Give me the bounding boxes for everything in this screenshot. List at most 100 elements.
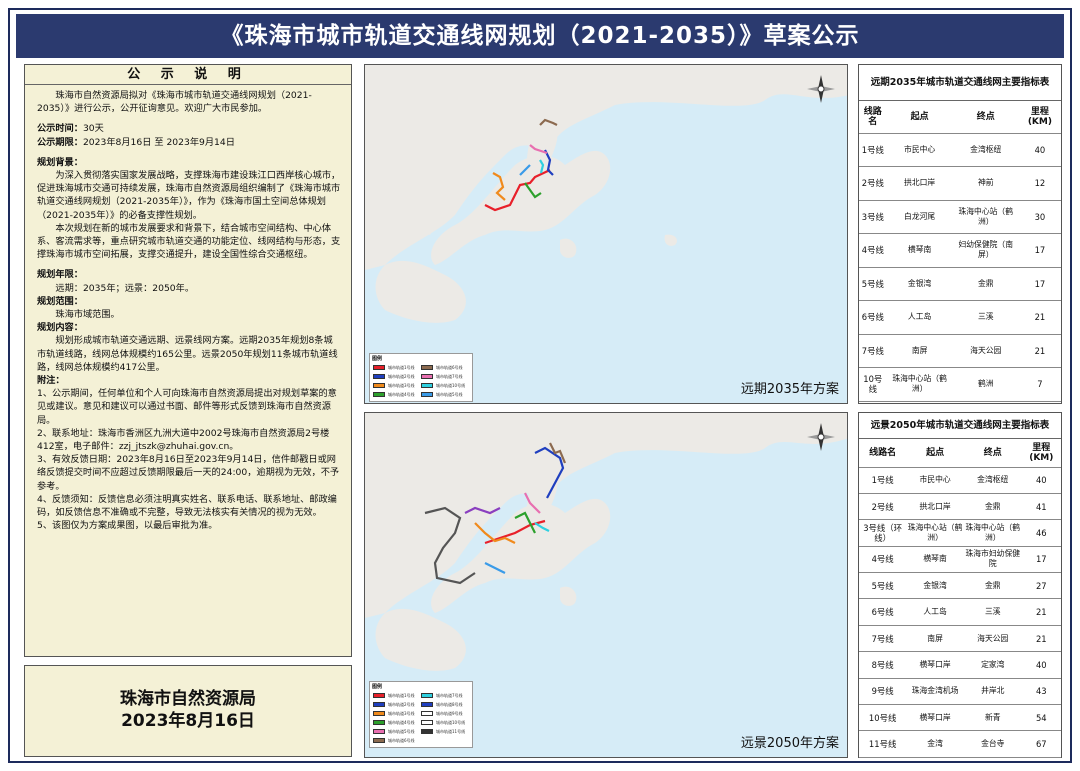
legend-label: 城市轨道6号线 xyxy=(388,737,415,743)
notice-period: 公示时间：30天 xyxy=(37,123,104,135)
table-cell: 2号线 xyxy=(859,166,887,201)
legend-item: 城市轨道4号线 xyxy=(373,390,421,399)
map-2035-caption: 远期2035年方案 xyxy=(740,382,839,397)
legend-swatch xyxy=(421,383,433,388)
table-cell: 横琴口岸 xyxy=(906,704,964,732)
page-title: 《珠海市城市轨道交通线网规划（2021-2035）》草案公示 xyxy=(16,14,1064,58)
legend-label: 城市轨道5号线 xyxy=(436,391,463,397)
table-cell: 17 xyxy=(1021,546,1061,574)
table-cell: 30 xyxy=(1018,200,1061,234)
table-row: 2号线 拱北口岸 神前 12 xyxy=(859,166,1061,201)
table-cell: 定家湾 xyxy=(963,651,1022,679)
notice-note-4: 4、反馈须知：反馈信息必须注明真实姓名、联系电话、联系地址、邮政编码，如反馈信息… xyxy=(37,493,337,519)
table-cell: 46 xyxy=(1021,519,1061,547)
legend-label: 城市轨道4号线 xyxy=(388,391,415,397)
table-cell: 新青 xyxy=(963,704,1022,732)
table-cell: 40 xyxy=(1018,133,1061,167)
table-cell: 横琴南 xyxy=(886,233,953,268)
notice-notes-label: 附注： xyxy=(37,375,65,387)
legend-label: 城市轨道2号线 xyxy=(388,373,415,379)
legend-label: 城市轨道3号线 xyxy=(388,382,415,388)
table-cell: 南屏 xyxy=(906,625,964,653)
table-row: 10号线 横琴口岸 新青 54 xyxy=(859,704,1061,732)
legend-swatch xyxy=(373,711,385,716)
notice-note-5: 5、该图仅为方案成果图，以最后审批为准。 xyxy=(37,520,218,532)
notice-note-2: 2、联系地址：珠海市香洲区九洲大道中2002号珠海市自然资源局2号楼412室，电… xyxy=(37,427,330,453)
table-cell: 7 xyxy=(1018,367,1061,402)
legend-item: 城市轨道1号线 xyxy=(373,363,421,372)
table-cell: 珠海市妇幼保健院 xyxy=(963,546,1022,574)
legend-item: 城市轨道7号线 xyxy=(421,691,469,700)
legend-item: 城市轨道2号线 xyxy=(373,700,421,709)
table-cell: 市民中心 xyxy=(886,133,953,167)
table-cell: 井岸北 xyxy=(963,678,1022,706)
table-cell: 金台寺 xyxy=(963,730,1022,758)
table-cell: 三溪 xyxy=(952,300,1019,335)
legend-item: 城市轨道5号线 xyxy=(373,727,421,736)
notice-content: 规划形成城市轨道交通远期、远景线网方案。远期2035年规划8条城市轨道线路，线网… xyxy=(37,335,338,373)
table-cell: 金湾 xyxy=(906,730,964,758)
legend-item: 城市轨道2号线 xyxy=(373,372,421,381)
legend-label: 城市轨道1号线 xyxy=(388,364,415,370)
notice-years: 远期：2035年；远景：2050年。 xyxy=(55,282,195,294)
legend-title: 图例 xyxy=(372,356,383,362)
table-cell: 5号线 xyxy=(859,267,887,301)
table-cell: 拱北口岸 xyxy=(906,493,964,521)
table-row: 5号线 金银湾 金鼎 27 xyxy=(859,572,1061,600)
table-cell: 4号线 xyxy=(859,233,887,268)
legend-item: 城市轨道10号线 xyxy=(421,381,469,390)
table-row: 7号线 南屏 海天公园 21 xyxy=(859,334,1061,368)
table-cell: 11号线 xyxy=(859,730,907,758)
map-2050[interactable]: 图例 城市轨道1号线 城市轨道7号线 城市轨道2号线 城市轨道8号线 城市轨道3号线 城市… xyxy=(364,412,848,758)
table-header-row: 线路名 起点 终点 里程(KM) xyxy=(859,101,1061,134)
notice-intro: 珠海市自然资源局拟对《珠海市城市轨道交通线网规划（2021-2035）》进行公示… xyxy=(37,90,312,115)
map-2035[interactable]: 图例 城市轨道1号线 城市轨道6号线 城市轨道2号线 城市轨道7号线 城市轨道3号线 城市… xyxy=(364,64,848,404)
table-2035: 远期2035年城市轨道交通线网主要指标表 线路名 起点 终点 里程(KM) 1号… xyxy=(858,64,1062,404)
legend-2050: 图例 城市轨道1号线 城市轨道7号线 城市轨道2号线 城市轨道8号线 城市轨道3号线 城市… xyxy=(369,681,473,748)
table-2050-title: 远景2050年城市轨道交通线网主要指标表 xyxy=(859,413,1061,439)
table-cell: 6号线 xyxy=(859,300,887,335)
legend-label: 城市轨道6号线 xyxy=(436,364,463,370)
table-cell: 珠海中心站（鹤洲） xyxy=(952,200,1019,234)
notice-background-1: 为深入贯彻落实国家发展战略，支撑珠海市建设珠江口西岸核心城市，促进珠海城市交通可… xyxy=(37,170,341,221)
table-row: 4号线 横琴南 妇幼保健院（南屏） 17 xyxy=(859,233,1061,268)
table-cell: 横琴口岸 xyxy=(906,651,964,679)
table-cell: 珠海中心站（鹤洲） xyxy=(963,519,1022,547)
table-cell: 1号线 xyxy=(859,467,907,494)
table-cell: 5号线 xyxy=(859,572,907,600)
table-cell: 10号线 xyxy=(859,704,907,732)
table-cell: 珠海金湾机场 xyxy=(906,678,964,706)
table-row: 5号线 金银湾 金鼎 17 xyxy=(859,267,1061,301)
legend-item: 城市轨道5号线 xyxy=(421,390,469,399)
table-2050-grid: 线路名 起点 终点 里程(KM) 1号线 市民中心 金湾枢纽 40 2号线 拱北口岸 金鼎 4… xyxy=(859,439,1061,758)
col-header: 起点 xyxy=(906,439,964,468)
legend-swatch xyxy=(373,693,385,698)
north-arrow-icon xyxy=(805,73,837,105)
legend-swatch xyxy=(373,720,385,725)
legend-swatch xyxy=(373,365,385,370)
table-cell: 21 xyxy=(1021,625,1061,653)
table-cell: 40 xyxy=(1021,467,1061,494)
table-cell: 横琴南 xyxy=(906,546,964,574)
table-cell: 4号线 xyxy=(859,546,907,574)
legend-item: 城市轨道6号线 xyxy=(373,736,421,745)
legend-swatch xyxy=(373,702,385,707)
legend-label: 城市轨道7号线 xyxy=(436,373,463,379)
table-cell: 21 xyxy=(1021,598,1061,626)
table-cell: 54 xyxy=(1021,704,1061,732)
legend-label: 城市轨道3号线 xyxy=(388,710,415,716)
legend-rows: 城市轨道1号线 城市轨道7号线 城市轨道2号线 城市轨道8号线 城市轨道3号线 城市轨道9… xyxy=(370,691,472,747)
legend-swatch xyxy=(373,383,385,388)
legend-item: 城市轨道1号线 xyxy=(373,691,421,700)
table-cell: 金湾枢纽 xyxy=(952,133,1019,167)
legend-label: 城市轨道5号线 xyxy=(388,728,415,734)
table-cell: 17 xyxy=(1018,233,1061,268)
table-row: 6号线 人工岛 三溪 21 xyxy=(859,300,1061,335)
table-cell: 金湾枢纽 xyxy=(963,467,1022,494)
table-cell: 8号线 xyxy=(859,651,907,679)
table-row: 10号线 珠海中心站（鹤洲） 鹤洲 7 xyxy=(859,367,1061,402)
table-cell: 10号线 xyxy=(859,367,887,402)
legend-item: 城市轨道9号线 xyxy=(421,709,469,718)
table-cell: 金银湾 xyxy=(906,572,964,600)
signature-date: 2023年8月16日 xyxy=(121,711,255,731)
